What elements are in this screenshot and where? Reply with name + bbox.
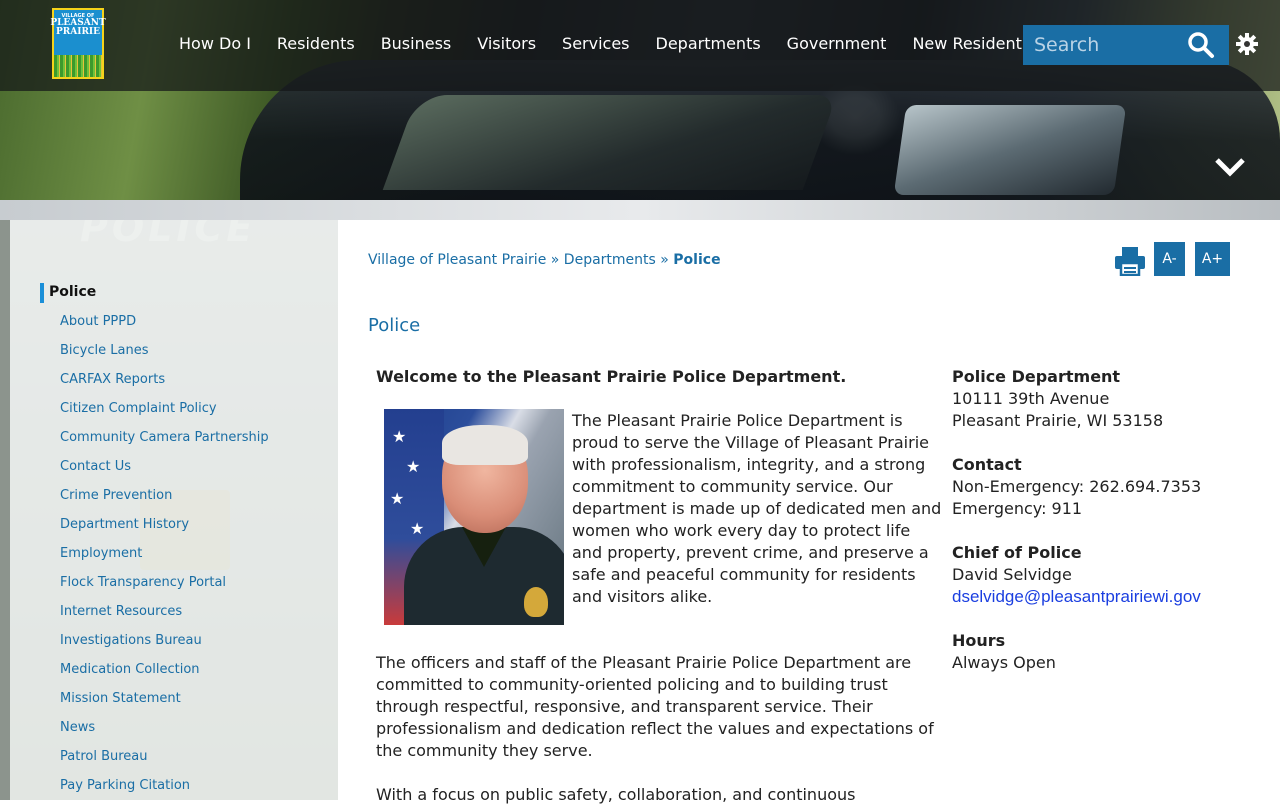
- sidebar-item-news[interactable]: News: [60, 720, 269, 749]
- sidebar-item-internet-resources[interactable]: Internet Resources: [60, 604, 269, 633]
- sidebar: POLICE Police About PPPD Bicycle Lanes C…: [0, 220, 338, 800]
- sidebar-item-current[interactable]: Police: [40, 283, 96, 303]
- emergency-phone: Emergency: 911: [952, 499, 1083, 518]
- gear-icon[interactable]: [1236, 33, 1258, 55]
- sidebar-list: About PPPD Bicycle Lanes CARFAX Reports …: [60, 314, 269, 800]
- header-bar: VILLAGE OF PLEASANT PRAIRIE How Do I Res…: [0, 0, 1280, 91]
- nav-business[interactable]: Business: [368, 34, 465, 53]
- search-box: [1023, 25, 1229, 65]
- contact-info-panel: Police Department 10111 39th Avenue Plea…: [952, 366, 1252, 674]
- increase-font-button[interactable]: A+: [1195, 242, 1230, 276]
- welcome-heading: Welcome to the Pleasant Prairie Police D…: [376, 367, 847, 386]
- sidebar-item-about-pppd[interactable]: About PPPD: [60, 314, 269, 343]
- sidebar-item-contact-us[interactable]: Contact Us: [60, 459, 269, 488]
- dept-heading: Police Department: [952, 367, 1121, 386]
- body-paragraph-3: With a focus on public safety, collabora…: [376, 785, 856, 804]
- breadcrumb-current: Police: [673, 252, 721, 268]
- nav-services[interactable]: Services: [549, 34, 642, 53]
- sidebar-item-citizen-complaint-policy[interactable]: Citizen Complaint Policy: [60, 401, 269, 430]
- sidebar-item-community-camera-partnership[interactable]: Community Camera Partnership: [60, 430, 269, 459]
- sidebar-item-mission-statement[interactable]: Mission Statement: [60, 691, 269, 720]
- hours-value: Always Open: [952, 653, 1056, 672]
- chevron-down-icon[interactable]: [1214, 152, 1246, 180]
- sidebar-item-pay-parking-citation[interactable]: Pay Parking Citation: [60, 778, 269, 800]
- chief-name: David Selvidge: [952, 565, 1072, 584]
- decrease-font-button[interactable]: A-: [1154, 242, 1185, 276]
- breadcrumb-home[interactable]: Village of Pleasant Prairie: [368, 252, 546, 268]
- nav-how-do-i[interactable]: How Do I: [166, 34, 264, 53]
- address-line-2: Pleasant Prairie, WI 53158: [952, 411, 1164, 430]
- nav-departments[interactable]: Departments: [643, 34, 774, 53]
- page-title: Police: [368, 315, 421, 336]
- hours-heading: Hours: [952, 631, 1006, 650]
- breadcrumb-departments[interactable]: Departments: [564, 252, 656, 268]
- village-logo[interactable]: VILLAGE OF PLEASANT PRAIRIE: [50, 8, 106, 79]
- breadcrumb: Village of Pleasant Prairie » Department…: [368, 252, 721, 268]
- chief-email-link[interactable]: dselvidge@pleasantprairiewi.gov: [952, 586, 1252, 608]
- sidebar-item-employment[interactable]: Employment: [60, 546, 269, 575]
- non-emergency-phone: Non-Emergency: 262.694.7353: [952, 477, 1202, 496]
- main-nav: How Do I Residents Business Visitors Ser…: [166, 34, 1035, 53]
- nav-residents[interactable]: Residents: [264, 34, 368, 53]
- main-content: Village of Pleasant Prairie » Department…: [338, 220, 1280, 804]
- sidebar-item-department-history[interactable]: Department History: [60, 517, 269, 546]
- sidebar-item-medication-collection[interactable]: Medication Collection: [60, 662, 269, 691]
- nav-visitors[interactable]: Visitors: [464, 34, 549, 53]
- nav-government[interactable]: Government: [774, 34, 900, 53]
- address-line-1: 10111 39th Avenue: [952, 389, 1110, 408]
- sidebar-item-investigations-bureau[interactable]: Investigations Bureau: [60, 633, 269, 662]
- chief-heading: Chief of Police: [952, 543, 1082, 562]
- search-icon[interactable]: [1187, 31, 1215, 59]
- intro-paragraph: The Pleasant Prairie Police Department i…: [572, 411, 942, 606]
- sidebar-item-flock-transparency-portal[interactable]: Flock Transparency Portal: [60, 575, 269, 604]
- sidebar-item-patrol-bureau[interactable]: Patrol Bureau: [60, 749, 269, 778]
- body-paragraph-2: The officers and staff of the Pleasant P…: [376, 653, 934, 760]
- print-icon[interactable]: [1114, 246, 1146, 276]
- sidebar-item-crime-prevention[interactable]: Crime Prevention: [60, 488, 269, 517]
- nav-new-resident[interactable]: New Resident: [899, 34, 1034, 53]
- sidebar-item-bicycle-lanes[interactable]: Bicycle Lanes: [60, 343, 269, 372]
- sidebar-item-carfax-reports[interactable]: CARFAX Reports: [60, 372, 269, 401]
- contact-heading: Contact: [952, 455, 1022, 474]
- chief-photo: ★ ★ ★ ★: [384, 409, 564, 625]
- search-input[interactable]: [1023, 25, 1183, 65]
